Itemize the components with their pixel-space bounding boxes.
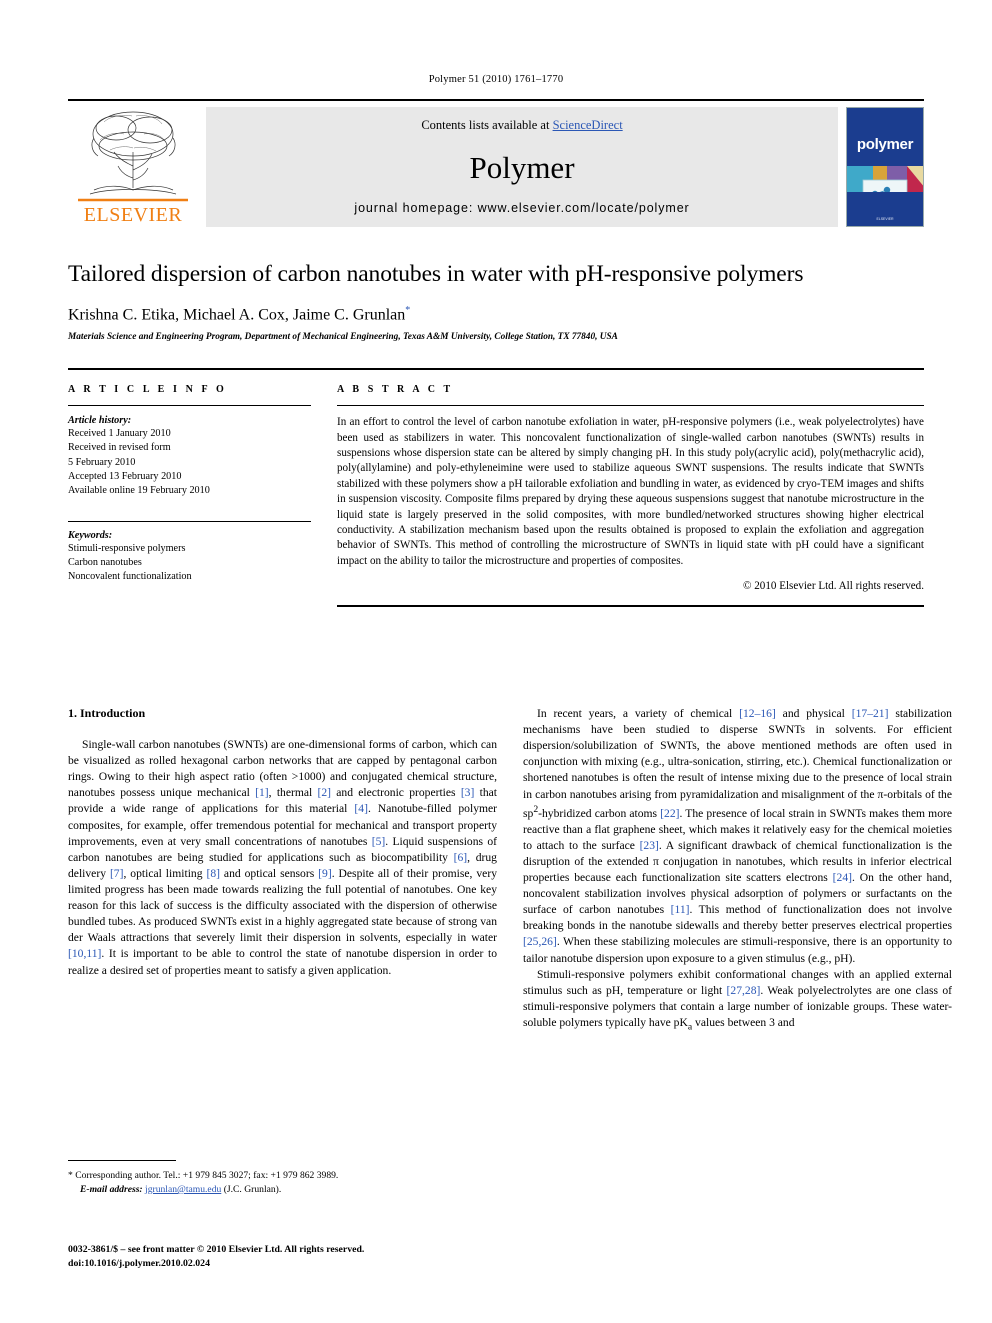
email-owner: (J.C. Grunlan). (223, 1183, 282, 1195)
copyright-line: © 2010 Elsevier Ltd. All rights reserved… (743, 579, 924, 592)
journal-cover-thumbnail: polymer ELSEVIER (846, 107, 924, 227)
divider (68, 520, 311, 522)
email-address-label: E-mail address: (80, 1183, 143, 1195)
footnote-contact-text: Corresponding author. Tel.: +1 979 845 3… (75, 1170, 339, 1181)
journal-homepage[interactable]: journal homepage: www.elsevier.com/locat… (354, 201, 689, 215)
sciencedirect-link[interactable]: ScienceDirect (553, 118, 623, 132)
footnote-email-line: E-mail address: jgrunlan@tamu.edu (J.C. … (68, 1183, 497, 1197)
page-title: Tailored dispersion of carbon nanotubes … (68, 261, 804, 287)
doi-line: doi:10.1016/j.polymer.2010.02.024 (68, 1257, 210, 1269)
author-names: Krishna C. Etika, Michael A. Cox, Jaime … (68, 306, 406, 324)
article-page: Polymer 51 (2010) 1761–1770 ELSEVIER Con… (0, 0, 992, 1323)
affiliation: Materials Science and Engineering Progra… (68, 332, 618, 343)
title-block: Tailored dispersion of carbon nanotubes … (68, 261, 924, 342)
issn-line: 0032-3861/$ – see front matter © 2010 El… (68, 1244, 365, 1255)
body-column-left: 1. Introduction Single-wall carbon nanot… (68, 706, 497, 1034)
abstract-column: A B S T R A C T In an effort to control … (337, 384, 924, 607)
author-list: Krishna C. Etika, Michael A. Cox, Jaime … (68, 305, 924, 324)
intro-paragraph-3: Stimuli-responsive polymers exhibit conf… (523, 967, 952, 1033)
keywords-block: Keywords: Stimuli-responsive polymers Ca… (68, 520, 311, 584)
intro-paragraph-1: Single-wall carbon nanotubes (SWNTs) are… (68, 738, 498, 977)
info-abstract-section: A R T I C L E I N F O Article history: R… (68, 368, 924, 607)
abstract-body: In an effort to control the level of car… (337, 415, 924, 592)
history-item: Received in revised form (68, 442, 171, 454)
keyword-item: Stimuli-responsive polymers (68, 542, 186, 554)
history-item: 5 February 2010 (68, 456, 136, 468)
journal-title: Polymer (469, 149, 575, 185)
footnote-corresponding: * Corresponding author. Tel.: +1 979 845… (68, 1169, 497, 1183)
keyword-item: Carbon nanotubes (68, 556, 142, 568)
history-item: Accepted 13 February 2010 (68, 470, 182, 482)
divider (337, 604, 924, 607)
corresponding-author-marker: * (405, 305, 411, 317)
elsevier-logo: ELSEVIER (68, 107, 198, 227)
elsevier-wordmark: ELSEVIER (83, 204, 183, 226)
abstract-heading: A B S T R A C T (337, 384, 454, 396)
journal-header: ELSEVIER Contents lists available at Sci… (68, 99, 924, 227)
corresponding-author-footnote: * Corresponding author. Tel.: +1 979 845… (68, 1160, 497, 1197)
footnote-marker: * (68, 1170, 73, 1181)
divider (337, 405, 924, 407)
intro-paragraph-2: In recent years, a variety of chemical [… (523, 707, 952, 965)
history-item: Received 1 January 2010 (68, 428, 171, 440)
email-link[interactable]: jgrunlan@tamu.edu (145, 1184, 221, 1195)
page-footer: 0032-3861/$ – see front matter © 2010 El… (68, 1243, 588, 1271)
cover-title: polymer (856, 136, 914, 153)
section-heading-introduction: 1. Introduction (68, 706, 146, 720)
article-body: 1. Introduction Single-wall carbon nanot… (68, 706, 952, 1034)
abstract-text: In an effort to control the level of car… (337, 416, 924, 567)
article-info-heading: A R T I C L E I N F O (68, 384, 227, 396)
keyword-item: Noncovalent functionalization (68, 570, 192, 582)
keywords-label: Keywords: (68, 529, 113, 541)
article-info-column: A R T I C L E I N F O Article history: R… (68, 384, 311, 607)
contents-available-line: Contents lists available at ScienceDirec… (421, 118, 622, 133)
divider (68, 1160, 176, 1161)
journal-banner: Contents lists available at ScienceDirec… (206, 107, 838, 227)
history-item: Available online 19 February 2010 (68, 484, 210, 496)
body-column-right: In recent years, a variety of chemical [… (523, 706, 952, 1034)
elsevier-tree-icon (74, 108, 192, 204)
divider (68, 405, 311, 407)
running-head: Polymer 51 (2010) 1761–1770 (428, 74, 564, 85)
article-history-label: Article history: (68, 415, 132, 427)
contents-prefix: Contents lists available at (421, 118, 553, 132)
